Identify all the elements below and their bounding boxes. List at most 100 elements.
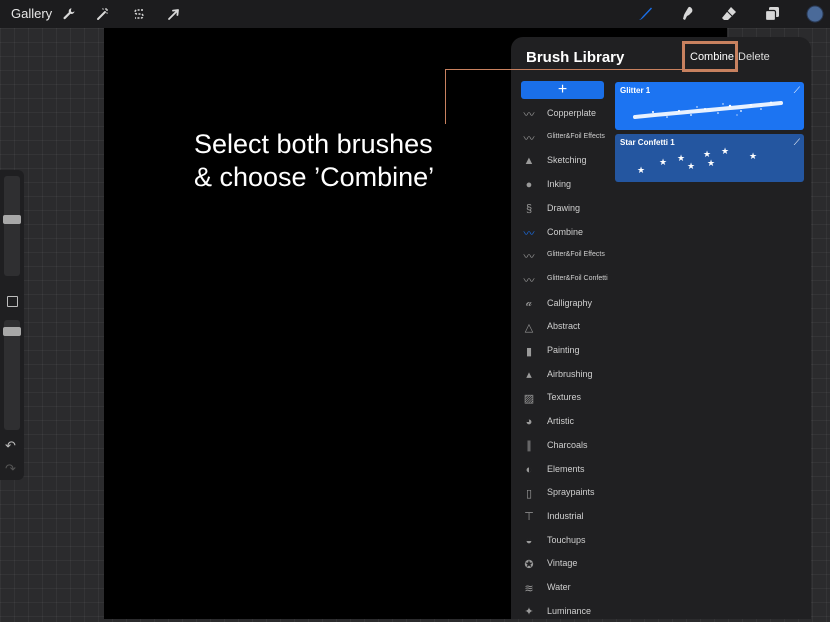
brush-set-item[interactable]: ◕ Artistic (519, 412, 619, 432)
combine-highlight-box (682, 41, 738, 72)
brush-set-item[interactable]: ✪ Vintage (519, 554, 619, 574)
brush-set-label: Elements (547, 463, 585, 474)
brush-set-label: Airbrushing (547, 368, 593, 379)
elements-icon: ◐ (525, 463, 533, 476)
charcoals-icon: ∥ (526, 440, 532, 453)
brush-set-item[interactable]: ▯ Spraypaints (519, 483, 619, 503)
arrow-cursor-icon[interactable] (164, 4, 184, 24)
sketching-icon: ▲ (523, 155, 535, 168)
brush-set-item[interactable]: ∥ Charcoals (519, 436, 619, 456)
artistic-icon: ◕ (525, 416, 533, 429)
brush-set-label: Copperplate (547, 108, 597, 118)
brush-set-item[interactable]: 〰 Glitter&Foil Effects (519, 128, 619, 148)
brush-set-label: Vintage (547, 558, 578, 569)
gallery-button[interactable]: Gallery (11, 6, 52, 21)
eraser-icon[interactable] (719, 4, 739, 24)
layers-icon[interactable] (762, 4, 782, 24)
opacity-thumb[interactable] (3, 327, 21, 336)
brush-card-glitter[interactable]: Glitter 1 ⟋ (615, 82, 804, 130)
brush-set-item[interactable]: ▨ Textures (519, 388, 619, 408)
brush-set-label: Abstract (547, 321, 581, 332)
brush-set-item[interactable]: ▮ Painting (519, 341, 619, 361)
brush-set-label: Glitter&Foil Effects (547, 132, 605, 140)
star-icon: ★ (707, 158, 716, 168)
brush-set-label: Spraypaints (547, 487, 595, 498)
brush-set-label: Touchups (547, 534, 586, 545)
brush-set-item[interactable]: 〰 Copperplate (519, 104, 619, 124)
inking-icon: ● (525, 179, 533, 192)
water-icon: ≋ (524, 582, 534, 595)
brush-set-item[interactable]: 〰 Combine (519, 223, 619, 243)
color-swatch-icon[interactable] (805, 4, 825, 24)
panel-title: Brush Library (526, 49, 625, 66)
callout-line (445, 69, 683, 70)
brush-set-item[interactable]: 〰 Glitter&Foil Effects (519, 246, 619, 266)
touchups-icon: ◒ (525, 534, 533, 547)
brush-set-item[interactable]: 〰 Glitter&Foil Confetti (519, 270, 619, 290)
brush-size-slider[interactable] (4, 176, 20, 276)
instruction-line-1: Select both brushes (194, 129, 433, 159)
brush-name: Glitter 1 (620, 86, 651, 95)
brush-set-item[interactable]: ▴ Airbrushing (519, 365, 619, 385)
brush-set-item[interactable]: ◐ Elements (519, 460, 619, 480)
brush-set-label: Glitter&Foil Confetti (547, 274, 608, 282)
opacity-slider[interactable] (4, 320, 20, 430)
star-icon: ★ (687, 161, 696, 171)
drawing-icon: § (525, 202, 533, 215)
brush-set-label: Luminance (547, 605, 592, 616)
left-sidebar: ↶ ↷ (0, 170, 24, 480)
instruction-line-2: & choose ’Combine’ (194, 162, 435, 192)
wrench-icon[interactable] (59, 4, 79, 24)
brush-set-item[interactable]: ● Inking (519, 175, 619, 195)
brush-set-item[interactable]: 𝒶 Calligraphy (519, 294, 619, 314)
brush-set-label: Combine (547, 226, 584, 237)
star-icon: ★ (677, 153, 686, 163)
star-icon: ★ (637, 165, 646, 175)
copperplate-icon: 〰 (523, 109, 535, 121)
brush-set-item[interactable]: ◒ Touchups (519, 531, 619, 551)
brush-library-panel: Brush Library Combine Delete + 〰 Copperpl… (511, 37, 811, 619)
brush-set-label: Drawing (547, 202, 581, 213)
feather-icon: ⟋ (793, 137, 800, 147)
brush-set-label: Industrial (547, 510, 584, 521)
brush-set-item[interactable]: § Drawing (519, 199, 619, 219)
brush-name: Star Confetti 1 (620, 138, 675, 147)
brush-set-label: Artistic (547, 416, 574, 427)
brush-set-label: Inking (547, 179, 572, 190)
airbrushing-icon: ▴ (526, 369, 532, 382)
spraypaints-icon: ▯ (525, 487, 533, 500)
brush-size-thumb[interactable] (3, 215, 21, 224)
brush-set-label: Sketching (547, 155, 587, 166)
magic-wand-icon[interactable] (93, 4, 113, 24)
brush-set-label: Painting (547, 345, 580, 355)
glitter-stroke-preview (633, 101, 783, 119)
undo-icon[interactable]: ↶ (5, 438, 16, 454)
brush-set-item[interactable]: ≋ Water (519, 578, 619, 598)
industrial-icon: ⊤ (524, 511, 534, 524)
selection-s-icon[interactable] (129, 4, 149, 24)
brush-set-label: Charcoals (547, 439, 588, 450)
top-toolbar: Gallery (0, 0, 830, 28)
delete-button[interactable]: Delete (738, 51, 770, 63)
star-icon: ★ (659, 157, 668, 167)
feather-icon: ⟋ (793, 85, 800, 95)
brush-icon[interactable] (635, 4, 655, 24)
brush-set-item[interactable]: ⊤ Industrial (519, 507, 619, 527)
brush-set-label: Calligraphy (547, 297, 593, 308)
modify-button[interactable] (7, 296, 18, 307)
brush-card-star-confetti[interactable]: Star Confetti 1 ⟋ ★ ★ ★ ★ ★ ★ ★ ★ (615, 134, 804, 182)
textures-icon: ▨ (523, 392, 535, 405)
vintage-icon: ✪ (524, 558, 534, 571)
smudge-icon[interactable] (677, 4, 697, 24)
add-brush-set-button[interactable]: + (521, 81, 604, 99)
brush-set-item[interactable]: △ Abstract (519, 317, 619, 337)
painting-icon: ▮ (525, 345, 533, 358)
star-icon: ★ (721, 146, 730, 156)
brush-set-item[interactable]: ▲ Sketching (519, 151, 619, 171)
redo-icon[interactable]: ↷ (5, 461, 16, 477)
instruction-text: Select both brushes & choose ’Combine’ (194, 128, 434, 194)
combine-icon: 〰 (523, 227, 535, 240)
callout-line-vertical (445, 69, 446, 124)
glitter-foil-icon: 〰 (523, 132, 535, 145)
luminance-icon: ✦ (524, 606, 534, 619)
